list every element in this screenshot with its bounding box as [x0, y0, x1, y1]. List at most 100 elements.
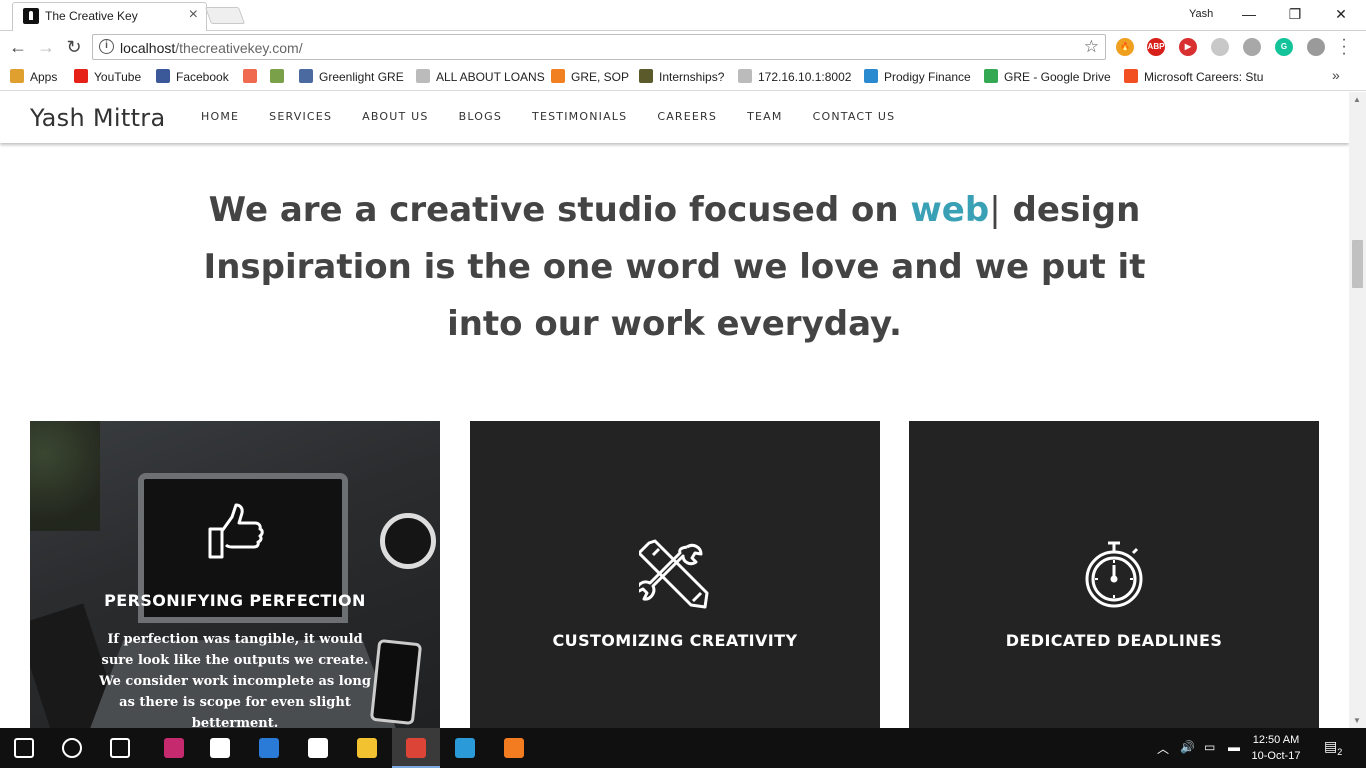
page-scrollbar[interactable]: ▲ ▼ [1349, 92, 1366, 728]
explorer-icon [357, 738, 377, 758]
bookmark-label: Internships? [659, 70, 725, 84]
bookmark-favicon-icon [639, 69, 653, 83]
task-view-button[interactable] [96, 728, 144, 768]
paint-app[interactable] [245, 728, 293, 768]
nav-link-services[interactable]: SERVICES [254, 110, 347, 123]
tools-icon [639, 539, 709, 609]
adblock-extension-icon[interactable]: ABP [1147, 38, 1165, 56]
bookmark-item[interactable]: Microsoft Careers: Stu [1124, 69, 1263, 85]
service-card-perfection[interactable]: PERSONIFYING PERFECTION If perfection wa… [30, 421, 440, 728]
bookmarks-bar: Apps YouTube Facebook Greenlight GRE ALL ABO… [0, 63, 1366, 91]
store-icon [210, 738, 230, 758]
iheart-app[interactable] [294, 728, 342, 768]
close-window-button[interactable]: ✕ [1318, 2, 1364, 26]
keyhole-icon [23, 8, 39, 24]
bookmark-label: ALL ABOUT LOANS [436, 70, 545, 84]
start-button[interactable] [0, 728, 48, 768]
bookmark-item[interactable] [270, 69, 290, 85]
bookmark-item[interactable] [243, 69, 263, 85]
restore-button[interactable]: ❐ [1272, 2, 1318, 26]
chrome-app[interactable] [392, 728, 440, 768]
bookmark-item[interactable]: YouTube [74, 69, 141, 85]
bookmark-item[interactable]: GRE, SOP [551, 69, 629, 85]
scroll-down-icon[interactable]: ▼ [1353, 716, 1361, 725]
camera-extension-icon[interactable] [1307, 38, 1325, 56]
nav-link-contact-us[interactable]: CONTACT US [798, 110, 911, 123]
minimize-button[interactable]: — [1226, 2, 1272, 26]
bookmark-item[interactable]: Prodigy Finance [864, 69, 971, 85]
bookmark-item[interactable]: 172.16.10.1:8002 [738, 69, 851, 85]
tray-chevron-icon[interactable]: ︿ [1157, 740, 1169, 780]
site-nav-links: HOME SERVICES ABOUT US BLOGS TESTIMONIALS CAR… [186, 110, 910, 123]
nav-link-about-us[interactable]: ABOUT US [347, 110, 443, 123]
nav-link-home[interactable]: HOME [186, 110, 254, 123]
docs-extension-icon[interactable] [1211, 38, 1229, 56]
intellij-app[interactable] [150, 728, 198, 768]
bookmark-item[interactable]: GRE - Google Drive [984, 69, 1111, 85]
bookmark-star-icon[interactable]: ☆ [1084, 37, 1099, 57]
typing-cursor: | [989, 190, 1001, 230]
bookmark-label: Prodigy Finance [884, 70, 971, 84]
bookmark-label: Greenlight GRE [319, 70, 404, 84]
network-icon [455, 738, 475, 758]
grammarly-extension-icon[interactable]: G [1275, 38, 1293, 56]
taskbar-clock[interactable]: 12:50 AM 10-Oct-17 [1248, 732, 1304, 764]
cloud-extension-icon[interactable] [1243, 38, 1261, 56]
scroll-thumb[interactable] [1352, 240, 1363, 288]
profile-name[interactable]: Yash [1189, 8, 1213, 20]
bookmark-label: 172.16.10.1:8002 [758, 70, 852, 84]
battery-icon[interactable]: ▬ [1228, 740, 1240, 780]
iheart-icon [308, 738, 328, 758]
nav-link-blogs[interactable]: BLOGS [444, 110, 517, 123]
notification-count: 2 [1337, 746, 1343, 757]
bookmark-favicon-icon [984, 69, 998, 83]
store-app[interactable] [196, 728, 244, 768]
nav-link-testimonials[interactable]: TESTIMONIALS [517, 110, 642, 123]
nav-link-team[interactable]: TEAM [732, 110, 798, 123]
bookmark-item[interactable]: Internships? [639, 69, 724, 85]
bookmark-favicon-icon [864, 69, 878, 83]
back-button[interactable]: ← [6, 35, 30, 59]
bookmarks-overflow-icon[interactable]: » [1332, 67, 1340, 83]
chrome-menu-icon[interactable]: · · · [1339, 32, 1349, 62]
site-brand[interactable]: Yash Mittra [30, 104, 165, 132]
bookmark-item[interactable]: Apps [10, 69, 57, 85]
hero-typed-word: web [910, 190, 990, 230]
tab-close-icon[interactable]: × [189, 6, 198, 24]
video-extension-icon[interactable]: ▶ [1179, 38, 1197, 56]
card-title: PERSONIFYING PERFECTION [104, 591, 366, 610]
bookmark-favicon-icon [299, 69, 313, 83]
network-app[interactable] [441, 728, 489, 768]
volume-icon[interactable]: 🔊 [1180, 740, 1195, 780]
tab-strip: The Creative Key × Yash — ❐ ✕ [0, 0, 1366, 31]
xampp-app[interactable] [490, 728, 538, 768]
site-navbar: Yash Mittra HOME SERVICES ABOUT US BLOGS TES… [0, 92, 1349, 143]
network-icon[interactable]: ▭ [1204, 740, 1215, 780]
xampp-icon [504, 738, 524, 758]
info-icon[interactable]: i [99, 39, 114, 54]
address-bar[interactable]: i localhost/thecreativekey.com/ ☆ [92, 34, 1106, 60]
url-text[interactable]: localhost/thecreativekey.com/ [120, 40, 303, 56]
bookmark-item[interactable]: ALL ABOUT LOANS [416, 69, 545, 85]
browser-toolbar: ← → ↻ i localhost/thecreativekey.com/ ☆ … [0, 31, 1366, 63]
bookmark-favicon-icon [270, 69, 284, 83]
explorer-app[interactable] [343, 728, 391, 768]
bookmark-item[interactable]: Greenlight GRE [299, 69, 404, 85]
bookmark-label: Apps [30, 70, 58, 84]
fire-extension-icon[interactable]: 🔥 [1116, 38, 1134, 56]
browser-tab[interactable]: The Creative Key × [12, 2, 207, 31]
nav-link-careers[interactable]: CAREERS [642, 110, 732, 123]
task-view-icon [110, 738, 130, 758]
action-center-icon[interactable]: ▤2 [1324, 738, 1342, 778]
scroll-up-icon[interactable]: ▲ [1353, 95, 1361, 104]
reload-button[interactable]: ↻ [62, 35, 86, 59]
card-title: DEDICATED DEADLINES [1005, 631, 1223, 650]
bookmark-favicon-icon [1124, 69, 1138, 83]
bookmark-item[interactable]: Facebook [156, 69, 229, 85]
hero-suffix: design [1000, 190, 1141, 230]
new-tab-button[interactable] [204, 7, 246, 24]
cortana-button[interactable] [48, 728, 96, 768]
service-card-creativity[interactable]: CUSTOMIZING CREATIVITY [470, 421, 880, 728]
forward-button[interactable]: → [34, 35, 58, 59]
service-card-deadlines[interactable]: DEDICATED DEADLINES [909, 421, 1319, 728]
